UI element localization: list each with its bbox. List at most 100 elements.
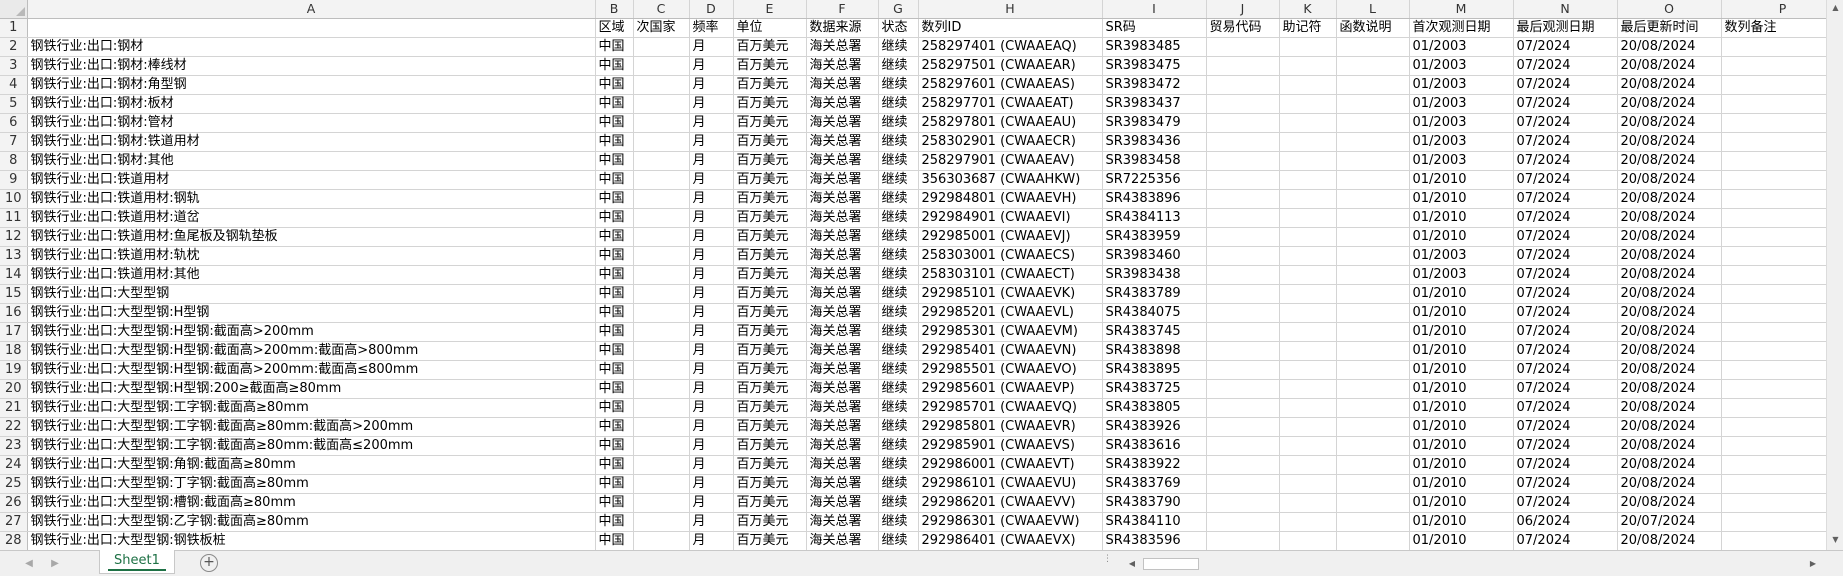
cell-l2[interactable] — [1336, 37, 1410, 57]
cell-k13[interactable] — [1279, 246, 1337, 266]
cell-d12[interactable]: 月 — [689, 227, 734, 247]
row-header[interactable]: 20 — [0, 379, 28, 399]
cell-l10[interactable] — [1336, 189, 1410, 209]
cell-d10[interactable]: 月 — [689, 189, 734, 209]
horizontal-scroll-thumb[interactable] — [1143, 558, 1199, 570]
cell-b10[interactable]: 中国 — [595, 189, 634, 209]
column-header-i[interactable]: I — [1102, 0, 1207, 19]
cell-i26[interactable]: SR4383790 — [1102, 493, 1207, 513]
cell-l19[interactable] — [1336, 360, 1410, 380]
cell-e4[interactable]: 百万美元 — [733, 75, 807, 95]
cell-o23[interactable]: 20/08/2024 — [1617, 436, 1722, 456]
cell-g25[interactable]: 继续 — [878, 474, 919, 494]
cell-b9[interactable]: 中国 — [595, 170, 634, 190]
cell-k21[interactable] — [1279, 398, 1337, 418]
row-header[interactable]: 28 — [0, 531, 28, 550]
cell-h13[interactable]: 258303001 (CWAAECS) — [918, 246, 1103, 266]
cell-n10[interactable]: 07/2024 — [1513, 189, 1618, 209]
cell-n17[interactable]: 07/2024 — [1513, 322, 1618, 342]
cell-p23[interactable] — [1721, 436, 1843, 456]
cell-k24[interactable] — [1279, 455, 1337, 475]
cell-c8[interactable] — [633, 151, 690, 171]
cell-j25[interactable] — [1206, 474, 1280, 494]
cell-l12[interactable] — [1336, 227, 1410, 247]
cell-i3[interactable]: SR3983475 — [1102, 56, 1207, 76]
cell-d6[interactable]: 月 — [689, 113, 734, 133]
cell-o7[interactable]: 20/08/2024 — [1617, 132, 1722, 152]
cell-p27[interactable] — [1721, 512, 1843, 532]
cell-a22[interactable]: 钢铁行业:出口:大型型钢:工字钢:截面高≥80mm:截面高>200mm — [27, 417, 596, 437]
cell-d22[interactable]: 月 — [689, 417, 734, 437]
cell-m16[interactable]: 01/2010 — [1409, 303, 1514, 323]
cell-k27[interactable] — [1279, 512, 1337, 532]
cell-g7[interactable]: 继续 — [878, 132, 919, 152]
cell-p17[interactable] — [1721, 322, 1843, 342]
row-header[interactable]: 7 — [0, 132, 28, 152]
cell-k16[interactable] — [1279, 303, 1337, 323]
cell-h28[interactable]: 292986401 (CWAAEVX) — [918, 531, 1103, 550]
cell-i5[interactable]: SR3983437 — [1102, 94, 1207, 114]
cell-k25[interactable] — [1279, 474, 1337, 494]
cell-i12[interactable]: SR4383959 — [1102, 227, 1207, 247]
cell-a24[interactable]: 钢铁行业:出口:大型型钢:角钢:截面高≥80mm — [27, 455, 596, 475]
cell-i21[interactable]: SR4383805 — [1102, 398, 1207, 418]
next-sheet-icon[interactable]: ▶ — [46, 555, 64, 573]
cell-l24[interactable] — [1336, 455, 1410, 475]
cell-b3[interactable]: 中国 — [595, 56, 634, 76]
cell-n22[interactable]: 07/2024 — [1513, 417, 1618, 437]
cell-m21[interactable]: 01/2010 — [1409, 398, 1514, 418]
cell-c13[interactable] — [633, 246, 690, 266]
cell-f18[interactable]: 海关总署 — [806, 341, 879, 361]
cell-b6[interactable]: 中国 — [595, 113, 634, 133]
cell-e27[interactable]: 百万美元 — [733, 512, 807, 532]
cell-n20[interactable]: 07/2024 — [1513, 379, 1618, 399]
cell-f1[interactable]: 数据来源 — [806, 18, 879, 38]
cell-o1[interactable]: 最后更新时间 — [1617, 18, 1722, 38]
row-header[interactable]: 21 — [0, 398, 28, 418]
cell-l4[interactable] — [1336, 75, 1410, 95]
cell-a26[interactable]: 钢铁行业:出口:大型型钢:槽钢:截面高≥80mm — [27, 493, 596, 513]
cell-g15[interactable]: 继续 — [878, 284, 919, 304]
vertical-scrollbar[interactable]: ▲ ▼ — [1826, 0, 1843, 550]
cell-l18[interactable] — [1336, 341, 1410, 361]
cell-f23[interactable]: 海关总署 — [806, 436, 879, 456]
cell-o13[interactable]: 20/08/2024 — [1617, 246, 1722, 266]
cell-i18[interactable]: SR4383898 — [1102, 341, 1207, 361]
sheet-tab-sheet1[interactable]: Sheet1 — [99, 550, 175, 574]
column-header-o[interactable]: O — [1617, 0, 1722, 19]
cell-l16[interactable] — [1336, 303, 1410, 323]
cell-l5[interactable] — [1336, 94, 1410, 114]
cell-k22[interactable] — [1279, 417, 1337, 437]
cell-o27[interactable]: 20/07/2024 — [1617, 512, 1722, 532]
cell-l21[interactable] — [1336, 398, 1410, 418]
cell-f20[interactable]: 海关总署 — [806, 379, 879, 399]
cell-o14[interactable]: 20/08/2024 — [1617, 265, 1722, 285]
cell-n23[interactable]: 07/2024 — [1513, 436, 1618, 456]
cell-m28[interactable]: 01/2010 — [1409, 531, 1514, 550]
cell-a16[interactable]: 钢铁行业:出口:大型型钢:H型钢 — [27, 303, 596, 323]
cell-n19[interactable]: 07/2024 — [1513, 360, 1618, 380]
cell-g24[interactable]: 继续 — [878, 455, 919, 475]
cell-k2[interactable] — [1279, 37, 1337, 57]
column-header-f[interactable]: F — [806, 0, 879, 19]
cell-d19[interactable]: 月 — [689, 360, 734, 380]
cell-m5[interactable]: 01/2003 — [1409, 94, 1514, 114]
cell-j23[interactable] — [1206, 436, 1280, 456]
cell-e15[interactable]: 百万美元 — [733, 284, 807, 304]
cell-d20[interactable]: 月 — [689, 379, 734, 399]
cell-j26[interactable] — [1206, 493, 1280, 513]
cell-e26[interactable]: 百万美元 — [733, 493, 807, 513]
cell-h4[interactable]: 258297601 (CWAAEAS) — [918, 75, 1103, 95]
cell-h12[interactable]: 292985001 (CWAAEVJ) — [918, 227, 1103, 247]
row-header[interactable]: 8 — [0, 151, 28, 171]
column-header-a[interactable]: A — [27, 0, 596, 19]
cell-i15[interactable]: SR4383789 — [1102, 284, 1207, 304]
cell-h8[interactable]: 258297901 (CWAAEAV) — [918, 151, 1103, 171]
cell-i22[interactable]: SR4383926 — [1102, 417, 1207, 437]
cell-e18[interactable]: 百万美元 — [733, 341, 807, 361]
cell-p2[interactable] — [1721, 37, 1843, 57]
cell-j6[interactable] — [1206, 113, 1280, 133]
cell-e24[interactable]: 百万美元 — [733, 455, 807, 475]
row-header[interactable]: 13 — [0, 246, 28, 266]
cell-l6[interactable] — [1336, 113, 1410, 133]
